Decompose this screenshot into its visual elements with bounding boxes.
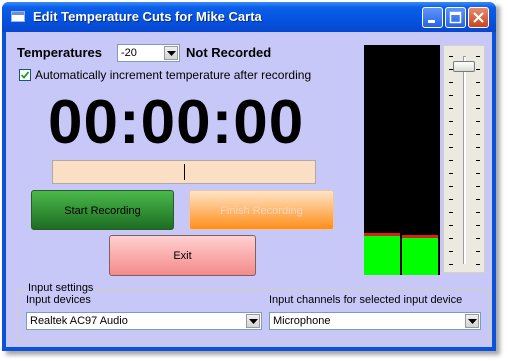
slider-tick xyxy=(449,160,453,161)
slider-tick xyxy=(449,95,453,96)
volume-slider-track xyxy=(463,56,466,264)
slider-tick xyxy=(476,225,480,226)
input-device-dropdown-button[interactable] xyxy=(246,314,260,328)
temperature-value: -20 xyxy=(121,47,137,59)
window-icon xyxy=(11,11,25,22)
slider-tick xyxy=(449,264,453,265)
input-device-value: Realtek AC97 Audio xyxy=(30,315,128,327)
temperatures-label: Temperatures xyxy=(17,45,103,60)
maximize-button[interactable] xyxy=(445,7,466,28)
slider-tick xyxy=(449,225,453,226)
slider-tick xyxy=(476,212,480,213)
slider-tick xyxy=(449,108,453,109)
slider-tick xyxy=(449,238,453,239)
slider-tick xyxy=(476,173,480,174)
title-bar[interactable]: Edit Temperature Cuts for Mike Carta xyxy=(2,2,496,32)
slider-tick xyxy=(476,134,480,135)
slider-tick xyxy=(476,56,480,57)
level-meter xyxy=(364,45,440,275)
maximize-icon xyxy=(449,11,462,24)
slider-tick xyxy=(449,251,453,252)
temperature-select[interactable]: -20 xyxy=(117,44,180,62)
input-channel-select[interactable]: Microphone xyxy=(269,312,481,330)
input-channels-label: Input channels for selected input device xyxy=(269,294,463,306)
chevron-down-icon xyxy=(167,51,176,56)
slider-tick xyxy=(449,121,453,122)
level-meter-right-channel xyxy=(402,238,438,275)
slider-tick xyxy=(449,147,453,148)
start-recording-label: Start Recording xyxy=(64,205,141,217)
input-devices-label: Input devices xyxy=(26,294,91,306)
recording-timer: 00:00:00 xyxy=(48,88,305,157)
checkmark-icon xyxy=(20,71,30,79)
slider-tick xyxy=(476,108,480,109)
client-area: Temperatures -20 Not Recorded Automatica… xyxy=(6,32,492,347)
start-recording-button[interactable]: Start Recording xyxy=(31,190,174,230)
volume-slider-thumb[interactable] xyxy=(453,61,475,72)
input-channel-dropdown-button[interactable] xyxy=(465,314,479,328)
slider-tick xyxy=(476,95,480,96)
slider-tick xyxy=(449,199,453,200)
close-icon xyxy=(473,12,484,23)
slider-tick xyxy=(476,147,480,148)
window-title: Edit Temperature Cuts for Mike Carta xyxy=(33,9,262,24)
slider-tick xyxy=(476,160,480,161)
input-device-select[interactable]: Realtek AC97 Audio xyxy=(26,312,262,330)
auto-increment-label: Automatically increment temperature afte… xyxy=(35,68,312,82)
minimize-button[interactable] xyxy=(422,7,443,28)
slider-tick xyxy=(476,186,480,187)
slider-tick xyxy=(476,264,480,265)
level-meter-right-peak xyxy=(402,235,438,238)
recording-status: Not Recorded xyxy=(186,45,272,60)
slider-tick xyxy=(476,251,480,252)
minimize-icon xyxy=(428,20,435,23)
close-button[interactable] xyxy=(468,7,489,28)
input-settings-title: Input settings xyxy=(26,282,96,294)
temperature-dropdown-button[interactable] xyxy=(164,46,178,60)
slider-tick xyxy=(449,212,453,213)
app-window: Edit Temperature Cuts for Mike Carta Tem… xyxy=(2,2,496,351)
slider-tick xyxy=(476,69,480,70)
auto-increment-checkbox[interactable] xyxy=(19,69,31,81)
slider-tick xyxy=(476,238,480,239)
slider-tick xyxy=(449,134,453,135)
finish-recording-label: Finish Recording xyxy=(220,205,303,217)
finish-recording-button[interactable]: Finish Recording xyxy=(189,190,334,230)
slider-tick xyxy=(449,82,453,83)
slider-tick xyxy=(449,173,453,174)
level-meter-left-channel xyxy=(364,236,400,275)
slider-tick xyxy=(476,121,480,122)
recording-progress xyxy=(52,160,316,184)
slider-tick xyxy=(476,82,480,83)
progress-marker xyxy=(184,164,185,180)
exit-label: Exit xyxy=(173,250,192,262)
exit-button[interactable]: Exit xyxy=(109,235,256,276)
input-channel-value: Microphone xyxy=(273,315,331,327)
chevron-down-icon xyxy=(468,319,477,324)
slider-tick xyxy=(449,56,453,57)
slider-tick xyxy=(476,199,480,200)
chevron-down-icon xyxy=(249,319,258,324)
level-meter-left-peak xyxy=(364,233,400,236)
slider-tick xyxy=(449,186,453,187)
volume-slider[interactable] xyxy=(443,45,485,273)
